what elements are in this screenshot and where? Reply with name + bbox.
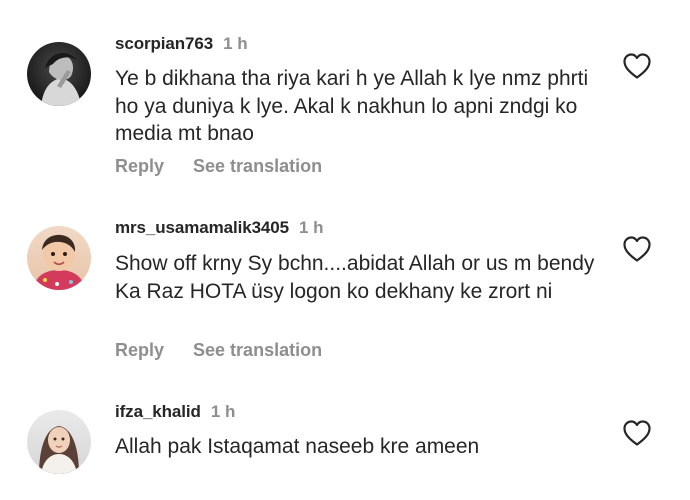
avatar[interactable] [27,42,91,106]
comment-text: Allah pak Istaqamat naseeb kre ameen [115,435,480,458]
timestamp: 1 h [223,34,248,53]
avatar[interactable] [27,410,91,474]
comment-item: ifza_khalid 1 h Allah pak Istaqamat nasee… [0,380,690,500]
comment-actions: Reply See translation [115,156,322,176]
heart-outline-icon [623,236,651,262]
comment-item: scorpian763 1 h Ye b dikhana tha riya kar… [0,0,690,190]
comment-actions: Reply See translation [115,340,322,360]
comment-meta: scorpian763 1 h [115,34,248,54]
like-button[interactable] [622,52,652,80]
see-translation-button[interactable]: See translation [193,156,322,176]
see-translation-button[interactable]: See translation [193,340,322,360]
heart-outline-icon [623,420,651,446]
comment-text: Show off krny Sy bchn....abidat Allah or… [115,252,595,303]
avatar-image [27,42,91,106]
like-button[interactable] [622,419,652,447]
reply-button[interactable]: Reply [115,340,164,360]
timestamp: 1 h [299,218,324,237]
like-button[interactable] [622,235,652,263]
comment-meta: ifza_khalid 1 h [115,402,235,422]
comment-text: Ye b dikhana tha riya kari h ye Allah k … [115,67,589,145]
username-link[interactable]: ifza_khalid [115,402,201,421]
comment-meta: mrs_usamamalik3405 1 h [115,218,324,238]
username-link[interactable]: scorpian763 [115,34,213,53]
avatar-image [27,226,91,290]
heart-outline-icon [623,53,651,79]
avatar-image [27,410,91,474]
timestamp: 1 h [210,402,236,421]
comment-item: mrs_usamamalik3405 1 h Show off krny Sy b… [0,190,690,380]
username-link[interactable]: mrs_usamamalik3405 [115,218,289,237]
reply-button[interactable]: Reply [115,156,164,176]
avatar[interactable] [27,226,91,290]
